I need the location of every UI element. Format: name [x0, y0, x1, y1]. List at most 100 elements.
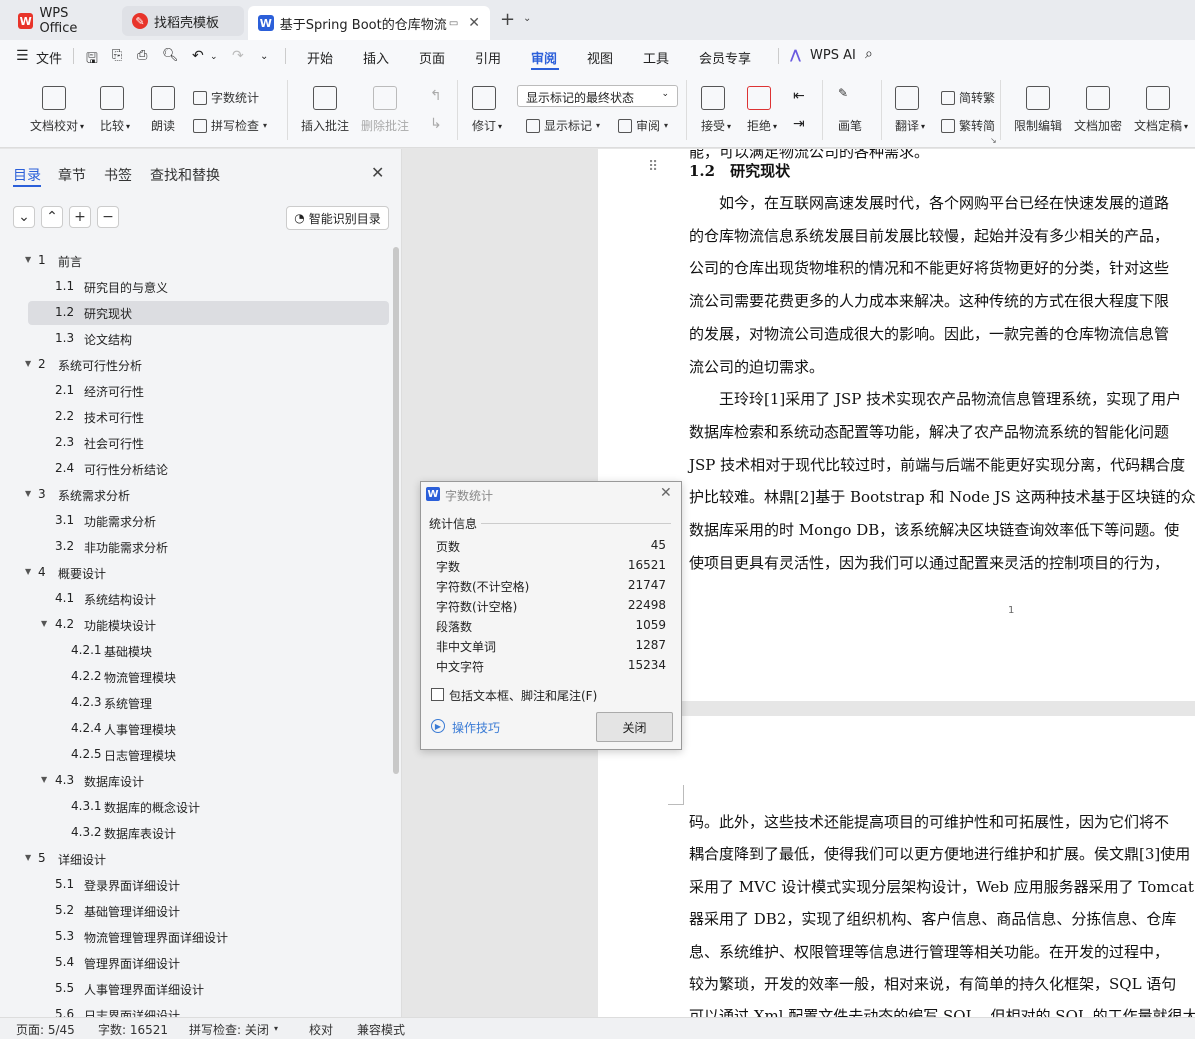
redo-icon[interactable]: ↷	[232, 48, 244, 64]
next-comment-icon[interactable]: ↳	[430, 116, 442, 132]
smart-toc-button[interactable]: ◔ 智能识别目录	[286, 206, 389, 230]
toc-item[interactable]	[28, 873, 389, 897]
sidebar-tab-bookmarks[interactable]: 书签	[104, 165, 132, 185]
chevron-down-icon[interactable]: ▾	[263, 121, 267, 130]
menu-references[interactable]: 引用	[475, 48, 501, 67]
expand-arrow-icon[interactable]: ▼	[25, 359, 31, 368]
close-icon[interactable]: ✕	[660, 485, 672, 501]
previous-comment-icon[interactable]: ↰	[430, 88, 442, 104]
chevron-down-icon[interactable]: ▾	[274, 1024, 278, 1033]
delete-comment-button[interactable]: 删除批注	[361, 86, 409, 134]
menu-page[interactable]: 页面	[419, 48, 445, 67]
doc-check-button[interactable]: 文档校对	[30, 86, 78, 134]
word-count-indicator[interactable]: 字数: 16521	[98, 1021, 168, 1038]
export-icon[interactable]: ⎘	[112, 48, 122, 63]
monitor-icon[interactable]: ▭	[449, 18, 458, 29]
sidebar-scrollbar[interactable]	[393, 247, 399, 774]
include-textbox-checkbox[interactable]	[431, 688, 444, 701]
toc-item[interactable]	[28, 587, 389, 611]
toc-item[interactable]	[28, 301, 389, 325]
menu-view[interactable]: 视图	[587, 48, 613, 67]
toc-item[interactable]	[28, 509, 389, 533]
toc-item[interactable]	[28, 769, 389, 793]
compare-button[interactable]: 比较	[100, 86, 124, 134]
menu-insert[interactable]: 插入	[363, 48, 389, 67]
expand-arrow-icon[interactable]: ▼	[41, 619, 47, 628]
print-icon[interactable]: ⎙	[137, 48, 147, 63]
encrypt-button[interactable]: 文档加密	[1074, 86, 1122, 134]
chevron-down-icon[interactable]: ▾	[921, 122, 925, 131]
save-icon[interactable]: 🖫	[86, 48, 98, 72]
chevron-down-icon[interactable]: ⌄	[523, 13, 531, 24]
spell-check-button[interactable]: 拼写检查 ▾	[193, 117, 267, 134]
dialog-launcher-icon[interactable]: ↘	[990, 136, 997, 145]
sidebar-tab-toc[interactable]: 目录	[13, 165, 41, 185]
show-markup-button[interactable]: 显示标记 ▾	[526, 117, 600, 134]
toc-item[interactable]	[28, 249, 389, 273]
translate-button[interactable]: 翻译	[895, 86, 919, 134]
add-heading-button[interactable]: +	[69, 206, 91, 228]
accept-button[interactable]: 接受	[701, 86, 725, 134]
track-changes-button[interactable]: 修订	[472, 86, 496, 134]
chevron-down-icon[interactable]: ▾	[1184, 122, 1188, 131]
restrict-editing-button[interactable]: 限制编辑	[1014, 86, 1062, 134]
pen-button[interactable]: ✎ 画笔	[838, 86, 862, 134]
insert-comment-button[interactable]: 插入批注	[301, 86, 349, 134]
hamburger-icon[interactable]: ☰	[16, 48, 29, 64]
sidebar-tab-chapters[interactable]: 章节	[58, 165, 86, 185]
menu-tools[interactable]: 工具	[643, 48, 669, 67]
chevron-down-icon[interactable]: ▾	[498, 122, 502, 131]
menu-home[interactable]: 开始	[307, 48, 333, 67]
word-count-button[interactable]: 字数统计	[193, 89, 259, 106]
print-preview-icon[interactable]: 🔍︎	[162, 48, 179, 63]
toc-item[interactable]	[28, 613, 389, 637]
tab-docer-templates[interactable]: ✎ 找稻壳模板	[122, 6, 244, 36]
chevron-down-icon[interactable]: ▾	[727, 122, 731, 131]
expand-arrow-icon[interactable]: ▼	[41, 775, 47, 784]
menu-member[interactable]: 会员专享	[699, 48, 751, 67]
expand-arrow-icon[interactable]: ▼	[25, 255, 31, 264]
collapse-all-button[interactable]: ⌄	[13, 206, 35, 228]
close-button[interactable]: 关闭	[596, 712, 673, 742]
toc-item[interactable]	[28, 977, 389, 1001]
next-change-icon[interactable]: ⇥	[793, 116, 805, 132]
expand-arrow-icon[interactable]: ▼	[25, 853, 31, 862]
page-indicator[interactable]: 页面: 5/45	[16, 1021, 75, 1038]
to-traditional-button[interactable]: 简转繁	[941, 89, 995, 106]
toc-item[interactable]	[28, 275, 389, 299]
toc-item[interactable]	[28, 327, 389, 351]
spell-check-status[interactable]: 拼写检查: 关闭	[189, 1021, 269, 1038]
menu-file[interactable]: 文件	[36, 48, 62, 67]
previous-change-icon[interactable]: ⇤	[793, 88, 805, 104]
toc-item[interactable]	[28, 951, 389, 975]
new-tab-icon[interactable]: +	[500, 9, 515, 30]
markup-state-select[interactable]: 显示标记的最终状态 ⌄	[517, 85, 678, 107]
more-dropdown-icon[interactable]: ⌄	[260, 51, 268, 62]
to-simplified-button[interactable]: 繁转简	[941, 117, 995, 134]
expand-arrow-icon[interactable]: ▼	[25, 567, 31, 576]
menu-review[interactable]: 审阅	[531, 48, 557, 67]
proofread-button[interactable]: 校对	[309, 1021, 333, 1038]
undo-dropdown-icon[interactable]: ⌄	[210, 52, 218, 62]
reject-button[interactable]: 拒绝	[747, 86, 771, 134]
toc-item[interactable]	[28, 535, 389, 559]
finalize-button[interactable]: 文档定稿	[1134, 86, 1182, 134]
toc-item[interactable]	[28, 405, 389, 429]
search-icon[interactable]: ⌕	[865, 46, 873, 62]
chevron-down-icon[interactable]: ▾	[773, 122, 777, 131]
expand-arrow-icon[interactable]: ▼	[25, 489, 31, 498]
close-pane-icon[interactable]: ✕	[371, 163, 384, 182]
review-pane-button[interactable]: 审阅 ▾	[618, 117, 668, 134]
tab-document[interactable]: W 基于Spring Boot的仓库物流信 ▭ ✕	[248, 6, 490, 40]
toc-item[interactable]	[28, 379, 389, 403]
drag-handle-icon[interactable]: ⠿	[648, 159, 658, 175]
toc-item[interactable]	[28, 457, 389, 481]
sidebar-tab-find-replace[interactable]: 查找和替换	[150, 165, 220, 185]
undo-icon[interactable]: ↶	[192, 48, 204, 64]
close-tab-icon[interactable]: ✕	[468, 15, 480, 31]
toc-item[interactable]	[28, 431, 389, 455]
menu-wps-ai[interactable]: WPS AI	[810, 48, 856, 63]
remove-heading-button[interactable]: −	[97, 206, 119, 228]
tab-wps-office[interactable]: W WPS Office	[8, 6, 118, 36]
chevron-down-icon[interactable]: ▾	[126, 122, 130, 131]
